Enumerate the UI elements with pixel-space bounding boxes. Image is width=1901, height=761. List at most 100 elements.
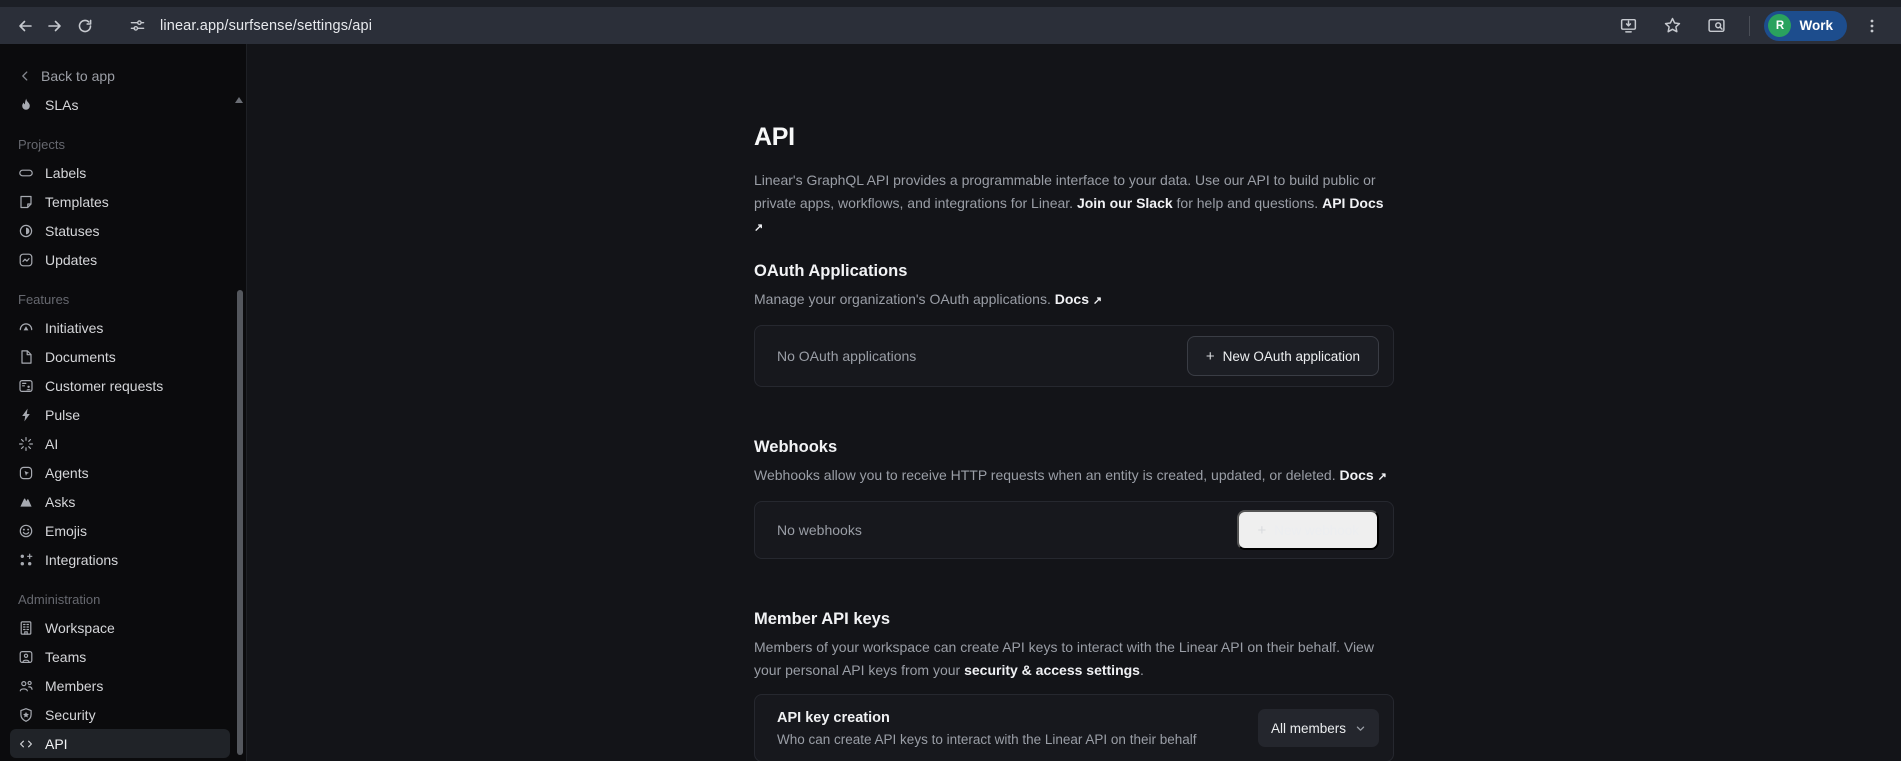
oauth-docs-link[interactable]: Docs ↗ xyxy=(1055,291,1102,307)
sidebar-item-security[interactable]: Security xyxy=(10,700,230,729)
sidebar-item-templates[interactable]: Templates xyxy=(10,187,230,216)
sidebar-item-label: Customer requests xyxy=(45,378,163,394)
building-icon xyxy=(18,620,34,636)
label-icon xyxy=(18,165,34,181)
sidebar-item-label: Teams xyxy=(45,649,86,665)
external-link-arrow-icon: ↗ xyxy=(1093,295,1102,307)
api-key-creation-title: API key creation xyxy=(777,710,1196,726)
sidebar-item-integrations[interactable]: Integrations xyxy=(10,545,230,574)
search-tabs-icon[interactable] xyxy=(1701,11,1731,41)
webhooks-empty-text: No webhooks xyxy=(777,522,862,538)
site-settings-tune-icon[interactable] xyxy=(126,15,148,37)
api-key-creation-card: API key creation Who can create API keys… xyxy=(754,694,1394,761)
new-webhook-label: New webhook xyxy=(1274,523,1359,538)
sidebar-item-agents[interactable]: Agents xyxy=(10,458,230,487)
sidebar-item-emojis[interactable]: Emojis xyxy=(10,516,230,545)
sidebar-item-documents[interactable]: Documents xyxy=(10,342,230,371)
shield-icon xyxy=(18,707,34,723)
external-link-arrow-icon: ↗ xyxy=(1378,471,1387,483)
sidebar-item-label: Pulse xyxy=(45,407,80,423)
toolbar-separator xyxy=(1749,16,1750,36)
browser-profile-chip[interactable]: R Work xyxy=(1764,11,1847,41)
security-access-settings-link[interactable]: security & access settings xyxy=(964,662,1140,678)
sidebar-item-labels[interactable]: Labels xyxy=(10,158,230,187)
sidebar-item-label: Asks xyxy=(45,494,75,510)
sidebar-item-slas[interactable]: SLAs xyxy=(10,90,230,119)
profile-avatar: R xyxy=(1768,14,1791,37)
new-oauth-application-button[interactable]: + New OAuth application xyxy=(1187,336,1379,376)
sidebar-item-workspace[interactable]: Workspace xyxy=(10,613,230,642)
pulse-icon xyxy=(18,407,34,423)
sidebar-item-teams[interactable]: Teams xyxy=(10,642,230,671)
sidebar-section-title: Administration xyxy=(10,590,230,608)
browser-toolbar: linear.app/surfsense/settings/api R Work xyxy=(0,7,1901,44)
members-icon xyxy=(18,678,34,694)
oauth-applications-section: OAuth Applications Manage your organizat… xyxy=(754,262,1394,387)
intro-text-2: for help and questions. xyxy=(1177,195,1319,211)
sidebar-item-label: Templates xyxy=(45,194,109,210)
agent-icon xyxy=(18,465,34,481)
chevron-down-icon xyxy=(1355,723,1366,734)
sidebar-item-api[interactable]: API xyxy=(10,729,230,758)
document-icon xyxy=(18,349,34,365)
back-to-app-button[interactable]: Back to app xyxy=(10,61,230,90)
forward-icon[interactable] xyxy=(40,11,70,41)
sidebar-item-label: Members xyxy=(45,678,103,694)
integrations-icon xyxy=(18,552,34,568)
sidebar-item-label: API xyxy=(45,736,68,752)
initiative-icon xyxy=(18,320,34,336)
template-icon xyxy=(18,194,34,210)
sidebar-item-label: Workspace xyxy=(45,620,115,636)
sidebar-item-members[interactable]: Members xyxy=(10,671,230,700)
sidebar-item-initiatives[interactable]: Initiatives xyxy=(10,313,230,342)
sidebar-scrollbar-thumb[interactable] xyxy=(237,290,243,755)
dropdown-value: All members xyxy=(1271,721,1346,736)
emoji-icon xyxy=(18,523,34,539)
sidebar-item-label: Labels xyxy=(45,165,86,181)
api-intro-text: Linear's GraphQL API provides a programm… xyxy=(754,169,1394,240)
api-key-creation-subtitle: Who can create API keys to interact with… xyxy=(777,732,1196,747)
sidebar-item-label: Documents xyxy=(45,349,116,365)
oauth-docs-label: Docs xyxy=(1055,291,1089,307)
page-title: API xyxy=(754,123,1394,152)
bookmark-star-icon[interactable] xyxy=(1657,11,1687,41)
sidebar-item-ai[interactable]: AI xyxy=(10,429,230,458)
sidebar-item-customer-requests[interactable]: Customer requests xyxy=(10,371,230,400)
sidebar-section-title: Projects xyxy=(10,135,230,153)
kebab-menu-icon[interactable] xyxy=(1857,11,1887,41)
plus-icon: + xyxy=(1257,522,1266,539)
join-slack-link[interactable]: Join our Slack xyxy=(1077,195,1173,211)
code-icon xyxy=(18,736,34,752)
webhooks-heading: Webhooks xyxy=(754,438,1394,457)
linear-app: Back to app SLAsProjectsLabelsTemplatesS… xyxy=(0,44,1901,761)
sidebar-item-label: Agents xyxy=(45,465,89,481)
new-webhook-button[interactable]: + New webhook xyxy=(1237,510,1379,550)
back-icon[interactable] xyxy=(10,11,40,41)
sidebar-item-statuses[interactable]: Statuses xyxy=(10,216,230,245)
new-oauth-application-label: New OAuth application xyxy=(1223,349,1360,364)
toolbar-right: R Work xyxy=(1609,11,1891,41)
webhooks-section: Webhooks Webhooks allow you to receive H… xyxy=(754,438,1394,559)
webhooks-empty-card: No webhooks + New webhook xyxy=(754,501,1394,559)
sidebar-item-label: Updates xyxy=(45,252,97,268)
status-icon xyxy=(18,223,34,239)
sidebar-item-label: SLAs xyxy=(45,97,78,113)
sidebar-item-updates[interactable]: Updates xyxy=(10,245,230,274)
sidebar-item-label: AI xyxy=(45,436,58,452)
asks-icon xyxy=(18,494,34,510)
sidebar-item-label: Emojis xyxy=(45,523,87,539)
oauth-description: Manage your organization's OAuth applica… xyxy=(754,288,1394,313)
sidebar-nav: SLAs Projects Labels Templates Statuses Updat… xyxy=(10,90,230,758)
address-bar[interactable]: linear.app/surfsense/settings/api xyxy=(116,11,382,41)
sidebar-item-label: Integrations xyxy=(45,552,118,568)
sidebar-item-asks[interactable]: Asks xyxy=(10,487,230,516)
reload-icon[interactable] xyxy=(70,11,100,41)
webhooks-docs-link[interactable]: Docs ↗ xyxy=(1339,467,1386,483)
install-app-icon[interactable] xyxy=(1613,11,1643,41)
webhooks-docs-label: Docs xyxy=(1339,467,1373,483)
sidebar-item-pulse[interactable]: Pulse xyxy=(10,400,230,429)
oauth-empty-text: No OAuth applications xyxy=(777,348,916,364)
sidebar-item-label: Initiatives xyxy=(45,320,103,336)
oauth-empty-card: No OAuth applications + New OAuth applic… xyxy=(754,325,1394,387)
api-key-creation-dropdown[interactable]: All members xyxy=(1258,709,1379,747)
